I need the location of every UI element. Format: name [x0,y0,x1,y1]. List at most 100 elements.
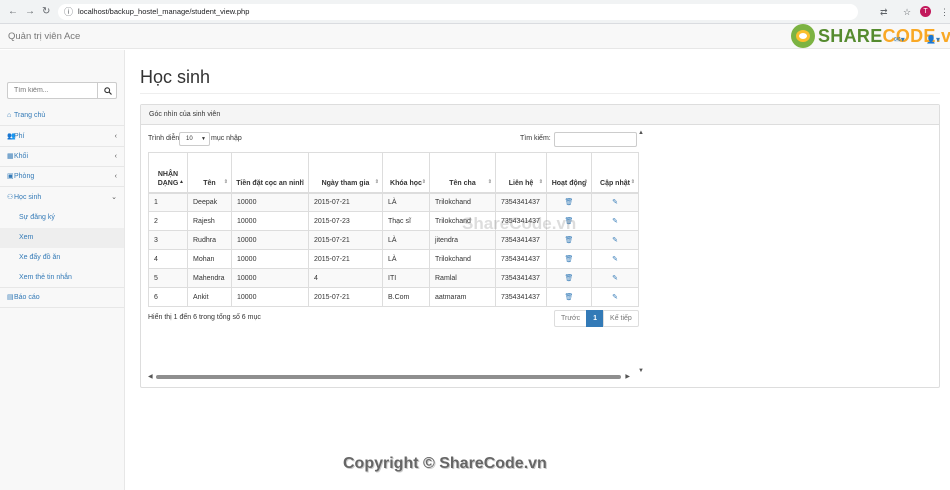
sort-icon: ⇕ [223,178,228,185]
trash-icon: 🗑 [564,237,574,244]
vertical-scrollbar[interactable]: ▲ ▼ [637,130,645,374]
sidebar-subitem-food-cart[interactable]: Xe đẩy đồ ăn [0,248,124,268]
column-header-deposit[interactable]: Tiền đặt cọc an ninh ⇕ [231,152,309,194]
length-label: Trình diễn [148,135,180,142]
sidebar-item-rooms[interactable]: ▣ Phòng ‹ [0,167,124,187]
edit-button[interactable]: ✎ [591,211,639,231]
sort-icon: ⇕ [487,178,492,185]
scroll-down-icon[interactable]: ▼ [638,368,644,374]
pencil-icon: ✎ [612,237,618,244]
menu-dots-icon[interactable]: ⋮ [940,5,949,19]
envelope-dropdown-icon[interactable]: ✉▾ [894,35,905,44]
edit-button[interactable]: ✎ [591,268,639,288]
pencil-icon: ✎ [612,275,618,282]
table-search-label: Tìm kiếm: [520,135,551,142]
pencil-icon: ✎ [612,256,618,263]
column-header-id[interactable]: NHẬN DẠNG ▲ [148,152,188,194]
delete-button[interactable]: 🗑 [546,268,592,288]
profile-avatar[interactable]: T [920,6,931,17]
pagination-page-1[interactable]: 1 [586,310,605,327]
home-icon: ⌂ [7,112,12,119]
column-header-update[interactable]: Cập nhật ⇕ [591,152,639,194]
copyright-watermark: Copyright © ShareCode.vn [343,455,547,472]
top-navbar: Quản trị viên Ace SHARECODE.vn [0,24,950,49]
reload-icon[interactable]: ↻ [42,5,50,19]
pagination-next[interactable]: Kế tiếp [603,310,639,327]
url-text[interactable]: localhost/backup_hostel_manage/student_v… [78,7,249,17]
edit-button[interactable]: ✎ [591,249,639,269]
edit-button[interactable]: ✎ [591,192,639,212]
panel-heading: Góc nhìn của sinh viên [141,105,939,125]
logo-text-a: SHARE [818,25,883,46]
title-divider [140,93,940,94]
sidebar-search-button[interactable] [97,82,117,99]
edit-button[interactable]: ✎ [591,230,639,250]
scroll-up-icon[interactable]: ▲ [638,130,644,136]
trash-icon: 🗑 [564,256,574,263]
page-title: Học sinh [140,67,211,87]
bookmark-star-icon[interactable]: ☆ [903,5,911,19]
sidebar-item-blocks[interactable]: ▦ Khối ‹ [0,147,124,167]
sidebar-item-students[interactable]: ⚇ Học sinh ⌄ [0,188,124,208]
column-header-father-name[interactable]: Tên cha ⇕ [429,152,496,194]
horizontal-scrollbar[interactable]: ◀ ▶ [148,374,638,380]
chevron-down-icon: ⌄ [111,194,117,201]
length-value: 10 [186,136,193,142]
chevron-left-icon: ‹ [114,173,117,180]
pencil-icon: ✎ [612,218,618,225]
trash-icon: 🗑 [564,275,574,282]
delete-button[interactable]: 🗑 [546,287,592,307]
sidebar-search-input[interactable] [7,82,98,99]
pencil-icon: ✎ [612,294,618,301]
sort-icon: ⇕ [538,178,543,185]
chevron-left-icon: ‹ [114,133,117,140]
user-dropdown-icon[interactable]: 👤▾ [926,35,940,44]
forward-icon[interactable]: → [25,5,35,19]
column-header-join-date[interactable]: Ngày tham gia ⇕ [308,152,383,194]
table-search-input[interactable] [554,132,637,147]
length-select[interactable]: 10 ▼ [179,132,210,146]
sort-asc-icon: ▲ [179,178,184,185]
brand-link[interactable]: Quản trị viên Ace [8,31,80,42]
trash-icon: 🗑 [564,294,574,301]
edit-button[interactable]: ✎ [591,287,639,307]
table-header-row: NHẬN DẠNG ▲ Tên ⇕ Tiền đặt cọc an ninh ⇕ Ng… [148,152,639,194]
logo-mark-icon [791,24,815,48]
sidebar-subitem-view[interactable]: Xem [0,228,124,248]
pagination-prev[interactable]: Trước [554,310,588,327]
column-header-name[interactable]: Tên ⇕ [187,152,232,194]
pagination: Trước 1 Kế tiếp [554,310,639,327]
scrollbar-thumb[interactable] [156,375,621,379]
sort-icon: ⇕ [300,178,305,185]
browser-toolbar: ← → ↻ ⓘ localhost/backup_hostel_manage/s… [0,0,950,24]
sort-icon: ⇕ [374,178,379,185]
column-header-contact[interactable]: Liên hệ ⇕ [495,152,547,194]
sidebar-item-fees[interactable]: 👥 Phí ‹ [0,127,124,147]
column-header-course[interactable]: Khóa học ⇕ [382,152,430,194]
translate-icon[interactable]: ⇄ [880,5,888,19]
student-icon: ⚇ [7,194,14,201]
select-caret-icon: ▼ [201,136,206,142]
table-row: 4 Mohan 10000 2015-07-21 LÀ Trilokchand 735434… [148,249,639,269]
report-icon: ▤ [7,294,14,301]
sidebar-subitem-message-cards[interactable]: Xem thẻ tin nhắn [0,268,124,288]
sort-icon: ⇕ [583,178,588,185]
panel-heading-text: Góc nhìn của sinh viên [149,111,221,118]
sidebar-item-home[interactable]: ⌂ Trang chủ [0,106,124,126]
column-header-action[interactable]: Hoạt động ⇕ [546,152,592,194]
sidebar-search [7,82,117,99]
door-icon: ▣ [7,173,14,180]
address-bar[interactable]: ⓘ localhost/backup_hostel_manage/student… [58,4,858,20]
search-icon [104,87,112,95]
back-icon[interactable]: ← [8,5,18,19]
scroll-right-icon[interactable]: ▶ [625,373,630,380]
table-row: 1 Deepak 10000 2015-07-21 LÀ Trilokchand 73543… [148,192,639,212]
watermark-center: ShareCode.vn [462,214,577,233]
sidebar-subitem-register[interactable]: Sự đăng ký [0,208,124,228]
site-info-icon[interactable]: ⓘ [64,6,73,18]
table-info: Hiển thị 1 đến 6 trong tổng số 6 mục [148,314,261,321]
delete-button[interactable]: 🗑 [546,249,592,269]
sidebar-item-reports[interactable]: ▤ Báo cáo [0,288,124,308]
delete-button[interactable]: 🗑 [546,192,592,212]
scroll-left-icon[interactable]: ◀ [148,373,153,380]
